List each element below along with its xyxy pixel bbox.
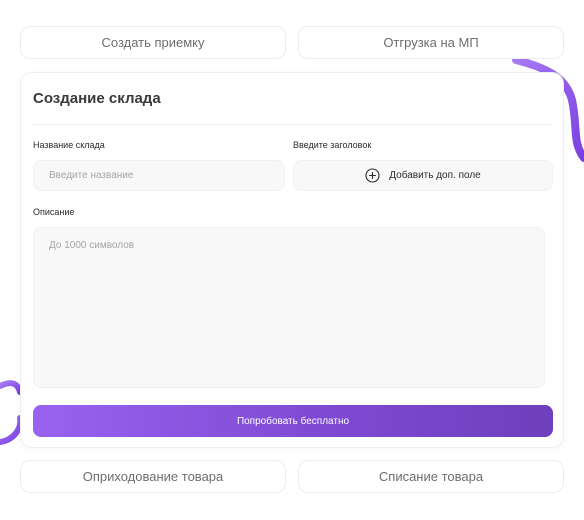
warehouse-name-label: Название склада (33, 140, 105, 150)
warehouse-form-card: Создание склада Название склада Введите … (20, 72, 564, 448)
tab-create-receipt-label: Создать приемку (101, 35, 205, 50)
description-label: Описание (33, 207, 75, 217)
heading-label: Введите заголовок (293, 140, 372, 150)
tab-mp-shipment-label: Отгрузка на МП (383, 35, 479, 50)
tab-create-receipt[interactable]: Создать приемку (20, 26, 286, 59)
description-textarea[interactable] (33, 227, 545, 388)
tab-goods-receipt-label: Оприходование товара (82, 469, 224, 484)
title-divider (33, 124, 551, 125)
tab-goods-receipt[interactable]: Оприходование товара (20, 460, 286, 493)
plus-circle-icon (365, 168, 380, 183)
tab-mp-shipment[interactable]: Отгрузка на МП (298, 26, 564, 59)
add-extra-field-label: Добавить доп. поле (389, 170, 481, 181)
add-extra-field-button[interactable]: Добавить доп. поле (293, 160, 553, 191)
warehouse-name-input[interactable] (33, 160, 285, 191)
try-free-label: Попробовать бесплатно (236, 415, 350, 427)
tab-goods-writeoff-label: Списание товара (378, 469, 484, 484)
try-free-button[interactable]: Попробовать бесплатно (33, 405, 553, 437)
tab-goods-writeoff[interactable]: Списание товара (298, 460, 564, 493)
form-title: Создание склада (33, 90, 161, 107)
